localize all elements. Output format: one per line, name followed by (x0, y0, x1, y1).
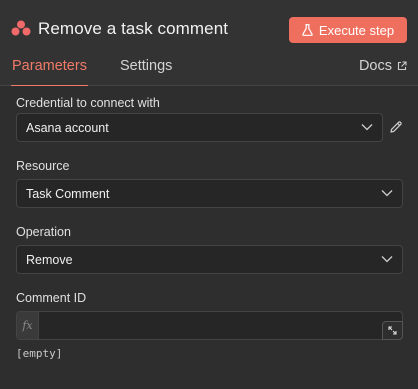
operation-select[interactable]: Remove (16, 245, 403, 274)
parameters-form: Credential to connect with Asana account… (0, 86, 418, 389)
chevron-down-icon (381, 256, 393, 263)
node-title: Remove a task comment (38, 19, 229, 38)
expand-editor-button[interactable] (382, 321, 403, 340)
resource-label: Resource (16, 159, 70, 173)
chevron-down-icon (361, 124, 373, 131)
node-header: Remove a task comment Execute step (0, 0, 418, 56)
docs-label: Docs (358, 58, 392, 74)
edit-credential-pencil-icon[interactable] (389, 120, 403, 134)
operation-value: Remove (26, 252, 73, 267)
tab-docs[interactable]: Docs (359, 58, 407, 86)
fx-expression-icon: fx (17, 312, 39, 339)
tab-bar: Parameters Settings Docs (0, 56, 418, 87)
execute-step-label: Execute step (318, 22, 395, 38)
flask-icon (302, 24, 313, 36)
expand-arrows-icon (388, 326, 397, 335)
chevron-down-icon (381, 190, 393, 197)
execute-step-button[interactable]: Execute step (289, 17, 407, 43)
credential-label: Credential to connect with (16, 96, 160, 110)
credential-value: Asana account (26, 120, 109, 135)
asana-logo-icon (11, 20, 31, 36)
comment-id-input[interactable]: fx (16, 311, 403, 340)
empty-value-hint: [empty] (16, 347, 63, 360)
tab-settings[interactable]: Settings (120, 58, 172, 86)
tab-parameters[interactable]: Parameters (11, 58, 88, 87)
credential-select[interactable]: Asana account (16, 113, 383, 142)
operation-label: Operation (16, 225, 71, 239)
comment-id-label: Comment ID (16, 291, 87, 305)
resource-value: Task Comment (26, 186, 110, 201)
resource-select[interactable]: Task Comment (16, 179, 403, 208)
external-link-icon (397, 61, 407, 71)
